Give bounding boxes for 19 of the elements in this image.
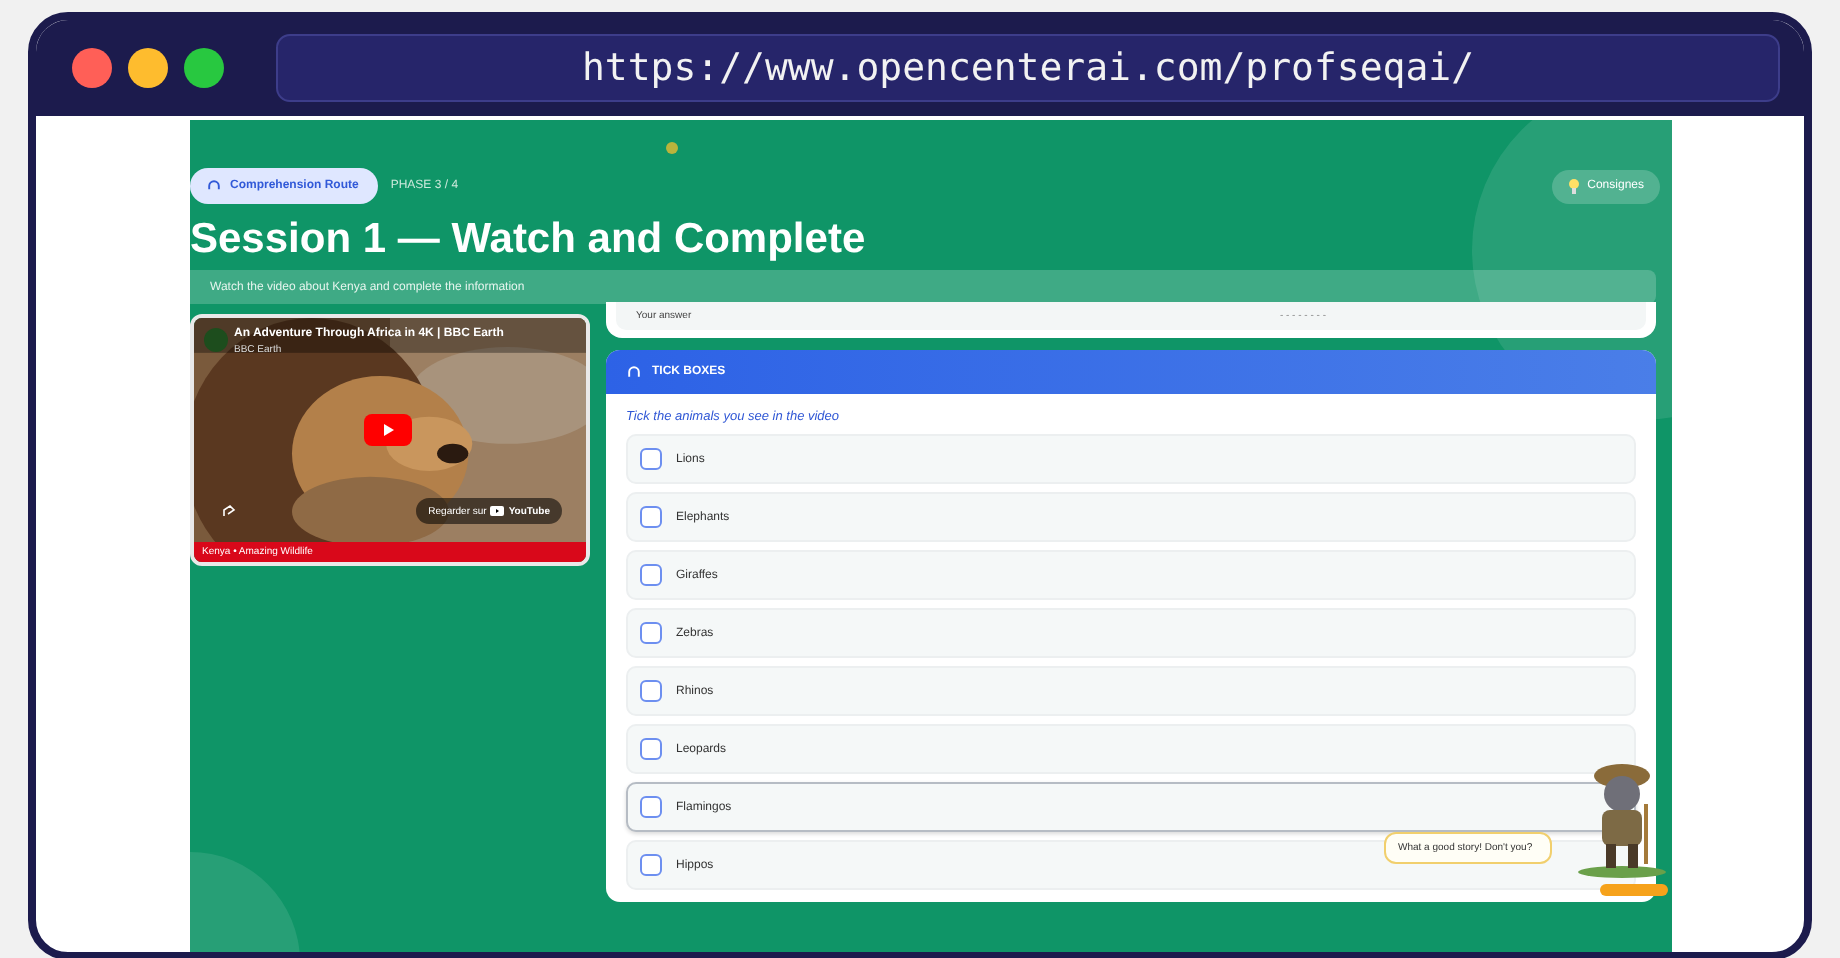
address-bar[interactable]: https://www.opencenterai.com/profseqai/ bbox=[276, 34, 1780, 102]
checkbox[interactable] bbox=[640, 622, 662, 644]
checkbox[interactable] bbox=[640, 448, 662, 470]
page-title: Session 1 — Watch and Complete bbox=[190, 216, 868, 264]
headphones-icon bbox=[206, 178, 222, 194]
maximize-icon[interactable] bbox=[184, 48, 224, 88]
checkbox[interactable] bbox=[640, 854, 662, 876]
checkbox[interactable] bbox=[640, 564, 662, 586]
share-icon[interactable] bbox=[222, 504, 236, 518]
checkbox[interactable] bbox=[640, 796, 662, 818]
minimize-icon[interactable] bbox=[128, 48, 168, 88]
close-icon[interactable] bbox=[72, 48, 112, 88]
play-icon[interactable] bbox=[364, 414, 412, 446]
youtube-icon bbox=[490, 506, 505, 516]
checkbox[interactable] bbox=[640, 680, 662, 702]
checkbox[interactable] bbox=[640, 738, 662, 760]
checkbox[interactable] bbox=[640, 506, 662, 528]
lightbulb-icon bbox=[1567, 178, 1580, 194]
headphones-icon bbox=[626, 364, 642, 380]
